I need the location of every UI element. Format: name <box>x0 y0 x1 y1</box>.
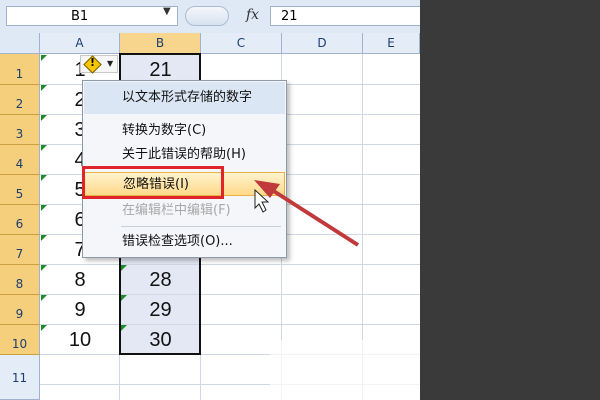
annotation-arrow <box>270 188 360 247</box>
spreadsheet-window: B1 ▼ fx 21 A B C D E 1 2 3 4 5 6 7 8 9 1… <box>0 0 420 400</box>
watermark-area <box>270 340 420 400</box>
